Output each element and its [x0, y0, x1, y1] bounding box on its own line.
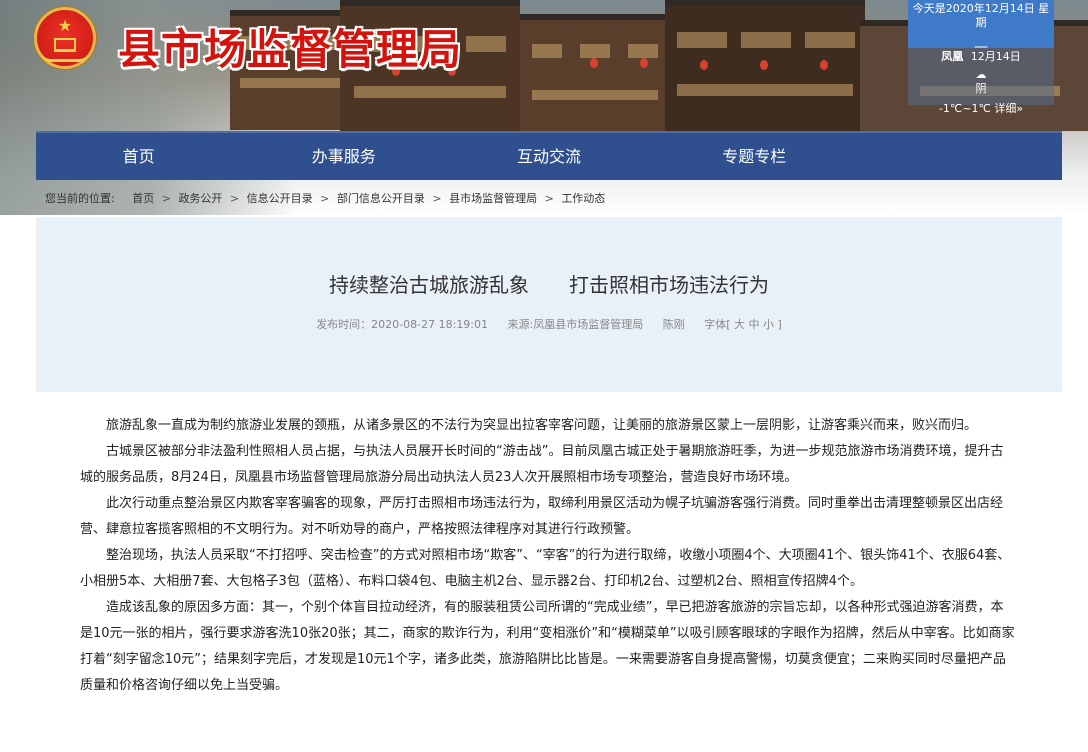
site-banner: ★ 县市场监督管理局 今天是2020年12月14日 星期 — 凤凰 12月14日…: [0, 0, 1088, 215]
weather-condition: 阴: [975, 82, 987, 95]
breadcrumb-lead: 您当前的位置:: [45, 192, 115, 205]
breadcrumb-separator: >: [320, 192, 330, 205]
nav-item-topics[interactable]: 专题专栏: [652, 133, 857, 180]
banner-building: [520, 14, 670, 131]
breadcrumb-item-gov-affairs[interactable]: 政务公开: [178, 192, 222, 205]
weather-temp-row: -1℃~1℃ 详细»: [908, 102, 1054, 116]
article-paragraph: 整治现场，执法人员采取“不打招呼、突击检查”的方式对照相市场“欺客”、“宰客”的…: [80, 548, 1011, 589]
article-author: 陈刚: [662, 318, 685, 331]
article-title: 持续整治古城旅游乱象 打击照相市场违法行为: [329, 273, 769, 297]
breadcrumb-separator: >: [229, 192, 240, 205]
breadcrumb-item-work-news[interactable]: 工作动态: [561, 192, 605, 205]
weather-detail-link[interactable]: 详细»: [994, 102, 1023, 115]
weather-city-row: 凤凰 12月14日: [908, 50, 1054, 64]
nav-item-interaction[interactable]: 互动交流: [446, 133, 651, 180]
publish-time: 发布时间：2020-08-27 18:19:01: [316, 318, 489, 331]
weather-date-row: 今天是2020年12月14日 星期 —: [908, 0, 1054, 54]
breadcrumb-item-dept-catalog[interactable]: 部门信息公开目录: [337, 192, 425, 205]
article-body: 旅游乱象一直成为制约旅游业发展的颈瓶，从诸多景区的不法行为突显出拉客宰客问题，让…: [80, 413, 1016, 699]
article-paragraph: 古城景区被部分非法盈利性照相人员占据，与执法人员展开长时间的“游击战”。目前凤凰…: [80, 444, 1004, 485]
site-title: 县市场监督管理局: [118, 25, 463, 74]
breadcrumb-separator: >: [432, 192, 442, 205]
article-header: 持续整治古城旅游乱象 打击照相市场违法行为 发布时间：2020-08-27 18…: [36, 217, 1062, 392]
article-source: 来源:凤凰县市场监督管理局: [507, 318, 644, 331]
nav-item-home[interactable]: 首页: [36, 133, 241, 180]
breadcrumb-item-info-catalog[interactable]: 信息公开目录: [247, 192, 313, 205]
weather-city: 凤凰: [941, 50, 964, 63]
breadcrumb-separator: >: [544, 192, 554, 205]
main-nav: 首页 办事服务 互动交流 专题专栏: [36, 131, 1062, 180]
article-paragraph: 造成该乱象的原因多方面：其一，个别个体盲目拉动经济，有的服装租赁公司所谓的“完成…: [80, 600, 1015, 693]
breadcrumb-separator: >: [161, 192, 171, 205]
breadcrumb-item-home[interactable]: 首页: [132, 192, 154, 205]
nav-item-services[interactable]: 办事服务: [241, 133, 446, 180]
weather-temperature: -1℃~1℃: [938, 102, 991, 115]
cloud-icon: ☁: [975, 68, 987, 81]
article-meta: 发布时间：2020-08-27 18:19:01 来源:凤凰县市场监督管理局 陈…: [36, 316, 1062, 332]
breadcrumb: 您当前的位置: 首页 > 政务公开 > 信息公开目录 > 部门信息公开目录 > …: [45, 190, 605, 206]
weather-widget: 今天是2020年12月14日 星期 — 凤凰 12月14日 ☁ 阴 -1℃~1℃…: [908, 0, 1054, 115]
weather-condition-row: ☁ 阴: [908, 68, 1054, 96]
breadcrumb-item-bureau[interactable]: 县市场监督管理局: [449, 192, 537, 205]
nav-item-extra[interactable]: [857, 133, 1062, 180]
article-paragraph: 此次行动重点整治景区内欺客宰客骗客的现象，严厉打击照相市场违法行为，取缔利用景区…: [80, 496, 1004, 537]
weather-date: 12月14日: [970, 50, 1021, 63]
national-emblem-icon: ★: [34, 7, 96, 69]
article-paragraph: 旅游乱象一直成为制约旅游业发展的颈瓶，从诸多景区的不法行为突显出拉客宰客问题，让…: [106, 418, 978, 433]
weather-today: 今天是2020年12月14日 星期: [912, 2, 1050, 29]
font-size-switcher[interactable]: 字体[ 大 中 小 ]: [704, 318, 782, 331]
